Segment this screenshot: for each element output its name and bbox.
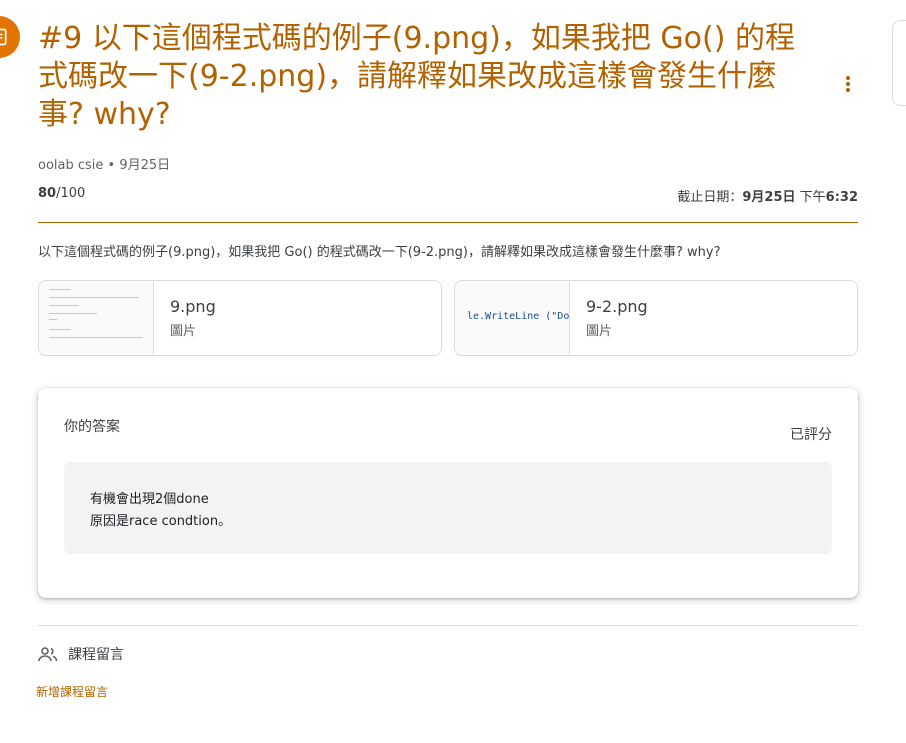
grade-status: 已評分	[790, 427, 832, 443]
attachment-thumbnail-2: le.WriteLine ("Dor	[455, 281, 570, 355]
answer-line-1: 有機會出現2個done	[90, 492, 209, 507]
comments-divider	[38, 625, 858, 626]
attachment-preview-text-2: le.WriteLine ("Dor	[467, 311, 570, 322]
due-date: 截止日期：9月25日 下午6:32	[677, 186, 858, 205]
points-total: /100	[56, 186, 86, 201]
points-earned: 80	[38, 186, 57, 201]
attachment-card-2[interactable]: le.WriteLine ("Dor 9-2.png 圖片	[454, 280, 858, 356]
assignment-meta: oolab csie • 9月25日	[38, 154, 170, 173]
attachment-name-2: 9-2.png	[586, 297, 648, 316]
assignment-icon	[0, 16, 20, 58]
assignment-title: #9 以下這個程式碼的例子(9.png)，如果我把 Go() 的程式碼改一下(9…	[38, 21, 795, 132]
people-icon	[38, 647, 58, 662]
more-vert-icon	[846, 76, 850, 92]
attachment-type-1: 圖片	[170, 324, 197, 339]
attachment-card-1[interactable]: 9.png 圖片	[38, 280, 442, 356]
your-work-card: 你的答案 已評分 有機會出現2個done 原因是race condtion。	[38, 388, 858, 598]
author-name: oolab csie	[38, 158, 104, 173]
meta-separator: •	[107, 158, 120, 173]
due-time-prefix: 下午	[795, 190, 826, 205]
more-options-button[interactable]	[836, 70, 860, 98]
answer-line-2: 原因是race condtion。	[90, 514, 232, 529]
your-work-heading: 你的答案	[64, 419, 120, 435]
attachment-type-2: 圖片	[586, 324, 613, 339]
side-card-edge	[892, 20, 906, 106]
add-class-comment-link[interactable]: 新增課程留言	[36, 683, 108, 700]
attachment-name-1: 9.png	[170, 297, 216, 316]
assignment-description: 以下這個程式碼的例子(9.png)，如果我把 Go() 的程式碼改一下(9-2.…	[38, 245, 721, 260]
posted-date: 9月25日	[119, 158, 171, 173]
answer-content: 有機會出現2個done 原因是race condtion。	[64, 462, 832, 554]
attachment-thumbnail-1	[39, 281, 154, 355]
due-time-value: 6:32	[825, 190, 858, 205]
due-label: 截止日期：	[677, 190, 743, 205]
class-comments-label: 課程留言	[68, 647, 124, 663]
due-date-value: 9月25日	[742, 190, 796, 205]
header-divider	[38, 222, 858, 223]
class-comments-header: 課程留言	[38, 644, 124, 664]
points: 80/100	[38, 186, 85, 201]
